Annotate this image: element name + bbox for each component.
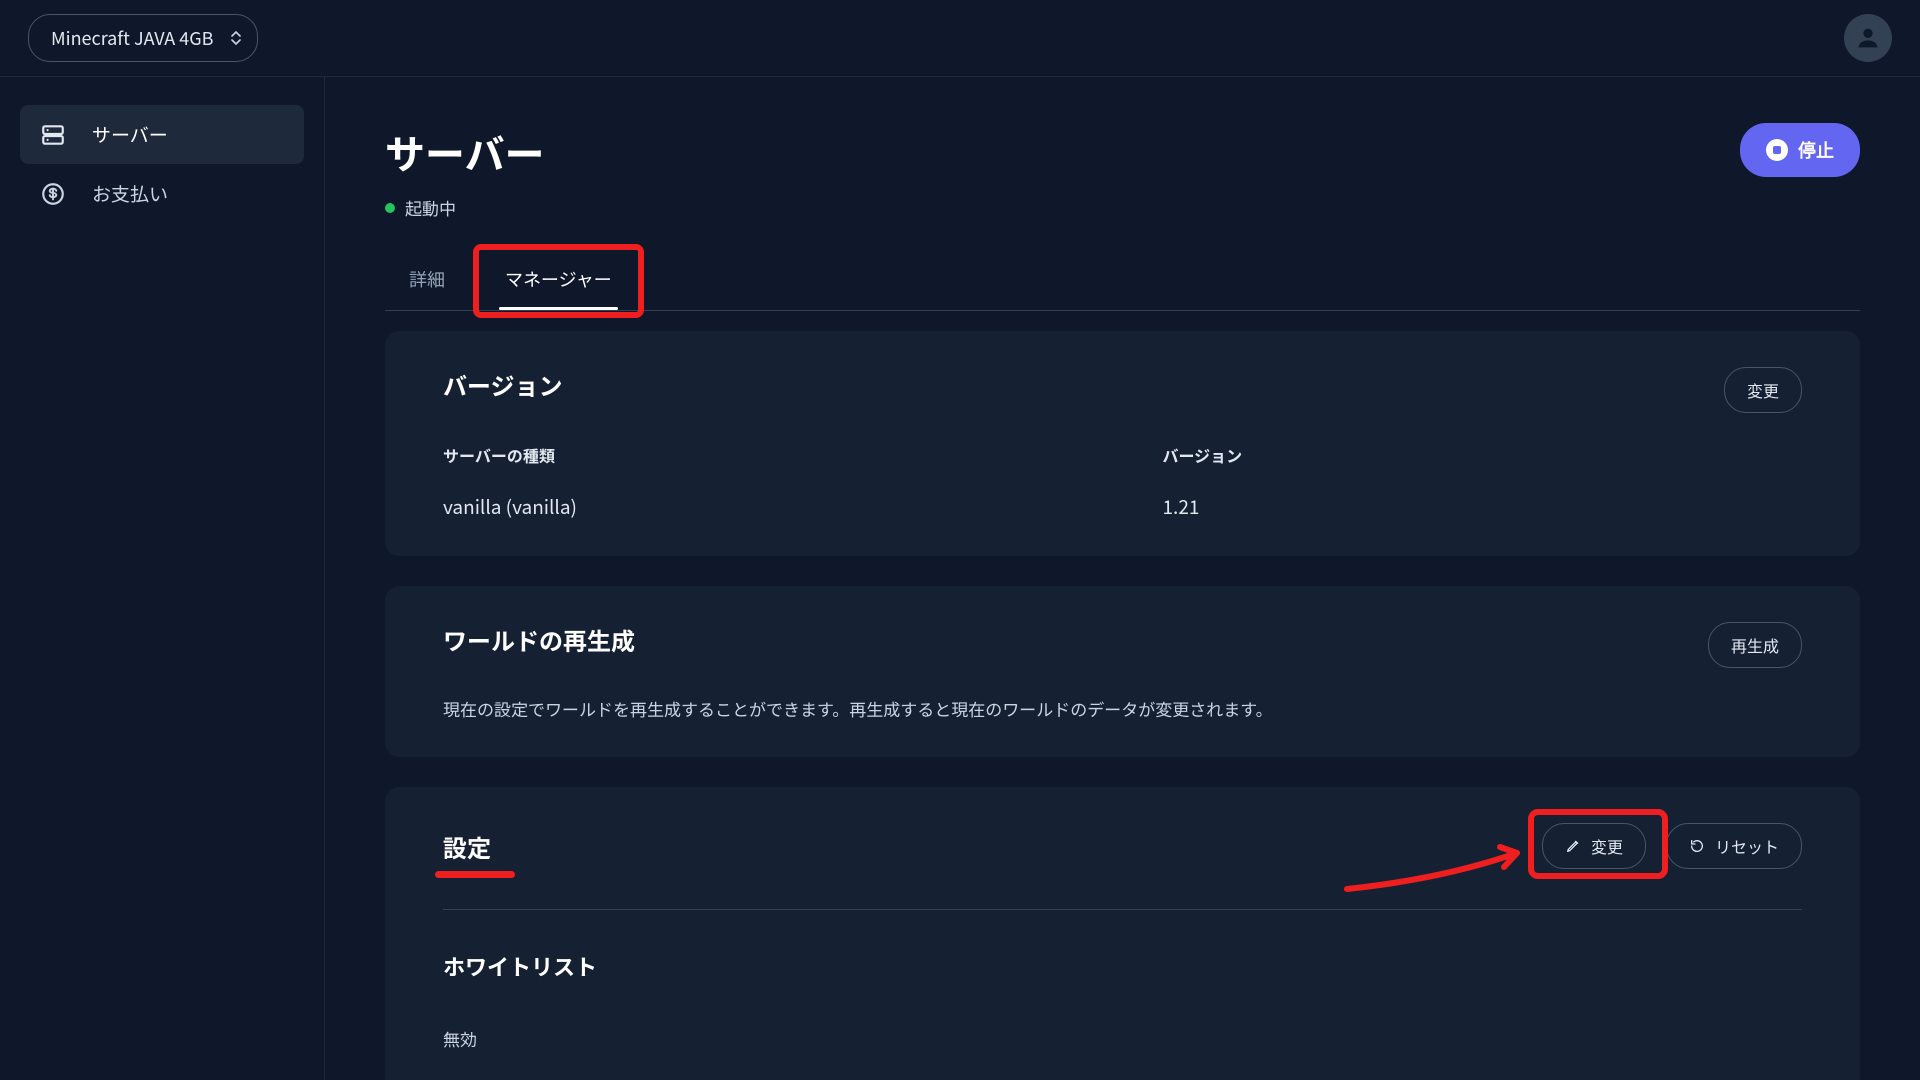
settings-reset-button[interactable]: リセット [1666, 823, 1802, 869]
server-type-value: vanilla (vanilla) [443, 493, 1083, 520]
stop-button[interactable]: 停止 [1740, 123, 1860, 177]
stop-button-label: 停止 [1798, 137, 1834, 163]
tab-detail[interactable]: 詳細 [385, 250, 469, 310]
whitelist-value: 無効 [443, 1026, 1802, 1051]
tabs: 詳細 マネージャー [385, 250, 1860, 311]
refresh-icon [1689, 838, 1705, 854]
settings-change-button[interactable]: 変更 [1542, 823, 1646, 869]
page-title: サーバー [385, 123, 545, 181]
pencil-icon [1565, 838, 1581, 854]
settings-title: 設定 [443, 829, 491, 864]
version-card: バージョン 変更 サーバーの種類 vanilla (vanilla) バージョン… [385, 331, 1860, 556]
user-icon [1854, 24, 1882, 52]
version-value: 1.21 [1163, 493, 1803, 520]
status-dot-running [385, 203, 395, 213]
server-selector[interactable]: Minecraft JAVA 4GB [28, 14, 258, 62]
server-type-label: サーバーの種類 [443, 443, 1083, 467]
sidebar-item-server[interactable]: サーバー [20, 105, 304, 164]
sidebar-item-billing[interactable]: お支払い [20, 164, 304, 223]
status-text: 起動中 [405, 195, 456, 220]
topbar: Minecraft JAVA 4GB [0, 0, 1920, 77]
content: サーバー 起動中 停止 詳細 マネージャー バージョン [325, 77, 1920, 1080]
version-label: バージョン [1163, 443, 1803, 467]
status-row: 起動中 [385, 195, 545, 220]
sidebar: サーバー お支払い [0, 77, 325, 1080]
sidebar-item-label: お支払い [92, 180, 168, 207]
stop-icon [1766, 139, 1788, 161]
sidebar-item-label: サーバー [92, 121, 168, 148]
settings-button-row: 変更 リセット [1542, 823, 1802, 869]
tab-manager[interactable]: マネージャー [481, 250, 636, 310]
whitelist-label: ホワイトリスト [443, 950, 1802, 982]
server-icon [40, 122, 66, 148]
world-regen-title: ワールドの再生成 [443, 622, 635, 657]
avatar[interactable] [1844, 14, 1892, 62]
server-selector-label: Minecraft JAVA 4GB [51, 25, 213, 51]
settings-card: 設定 変更 リセット [385, 787, 1860, 1080]
dollar-circle-icon [40, 181, 66, 207]
version-change-button[interactable]: 変更 [1724, 367, 1802, 413]
regenerate-button[interactable]: 再生成 [1708, 622, 1802, 668]
annotation-arrow [1342, 841, 1542, 901]
world-regen-card: ワールドの再生成 再生成 現在の設定でワールドを再生成することができます。再生成… [385, 586, 1860, 757]
version-card-title: バージョン [443, 367, 563, 402]
annotation-underline [435, 871, 515, 878]
world-regen-description: 現在の設定でワールドを再生成することができます。再生成すると現在のワールドのデー… [443, 696, 1802, 721]
chevron-updown-icon [231, 31, 241, 45]
